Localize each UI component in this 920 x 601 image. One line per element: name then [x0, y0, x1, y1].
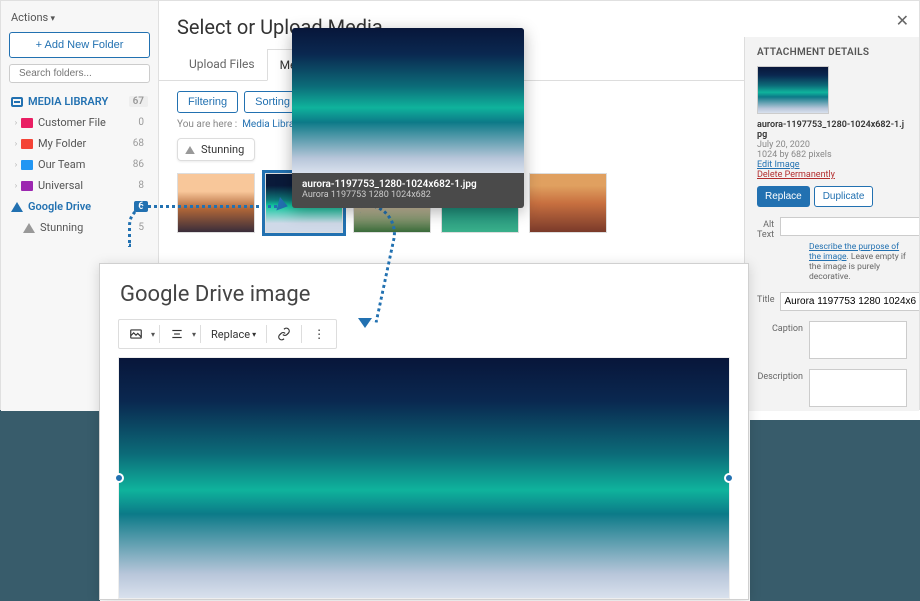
media-library-label: MEDIA LIBRARY [28, 95, 108, 108]
edit-image-link[interactable]: Edit Image [757, 160, 907, 170]
replace-button[interactable]: Replace [757, 186, 810, 207]
library-icon [11, 97, 23, 107]
google-drive-icon [23, 223, 35, 233]
search-folders-field[interactable] [19, 68, 151, 79]
title-input[interactable] [780, 292, 919, 311]
google-drive-icon [11, 202, 23, 212]
folder-my-folder[interactable]: ›My Folder68 [9, 133, 150, 154]
delete-permanently-link[interactable]: Delete Permanently [757, 170, 907, 180]
caption-label: Caption [757, 321, 809, 334]
add-new-folder-button[interactable]: + Add New Folder [9, 32, 150, 58]
block-editor-card: Google Drive image ▾ ▾ Replace ⋮ [99, 263, 749, 600]
folder-chip-stunning[interactable]: Stunning [177, 138, 255, 161]
thumbnail-preview-tooltip: aurora-1197753_1280-1024x682-1.jpg Auror… [292, 28, 524, 208]
attachment-dimensions: 1024 by 682 pixels [757, 150, 907, 160]
replace-image-dropdown[interactable]: Replace [205, 328, 262, 341]
media-library-count: 67 [129, 96, 148, 107]
folder-our-team[interactable]: ›Our Team86 [9, 154, 150, 175]
image-block-icon[interactable] [123, 322, 149, 346]
folder-universal[interactable]: ›Universal8 [9, 175, 150, 196]
alt-text-input[interactable] [780, 217, 919, 236]
link-button[interactable] [271, 322, 297, 346]
filtering-button[interactable]: Filtering [177, 91, 238, 113]
folder-tree: MEDIA LIBRARY 67 ›Customer File0 ›My Fol… [9, 91, 150, 238]
google-drive-icon [185, 146, 195, 154]
search-folders-input[interactable] [9, 64, 150, 83]
folder-icon [21, 181, 33, 191]
actions-dropdown[interactable]: Actions [9, 7, 150, 32]
media-library-root[interactable]: MEDIA LIBRARY 67 [9, 91, 150, 112]
description-input[interactable] [809, 369, 907, 407]
folder-icon [21, 160, 33, 170]
resize-handle-right[interactable] [724, 473, 734, 483]
folder-icon [21, 118, 33, 128]
close-icon[interactable]: ✕ [896, 11, 909, 30]
folder-customer-file[interactable]: ›Customer File0 [9, 112, 150, 133]
annotation-arrowhead-icon [358, 318, 372, 328]
block-toolbar: ▾ ▾ Replace ⋮ [118, 319, 337, 349]
media-thumbnail[interactable] [177, 173, 255, 233]
caption-input[interactable] [809, 321, 907, 359]
attachment-thumb [757, 66, 829, 114]
alt-text-label: Alt Text [757, 217, 780, 240]
duplicate-button[interactable]: Duplicate [814, 186, 874, 207]
preview-filename: aurora-1197753_1280-1024x682-1.jpg [302, 179, 514, 190]
media-thumbnail[interactable] [529, 173, 607, 233]
preview-title: Aurora 1197753 1280 1024x682 [302, 190, 514, 200]
tab-upload-files[interactable]: Upload Files [177, 49, 267, 80]
folder-stunning[interactable]: Stunning5 [9, 217, 150, 238]
resize-handle-left[interactable] [114, 473, 124, 483]
title-label: Title [757, 292, 780, 305]
folder-google-drive[interactable]: Google Drive6 [9, 196, 150, 217]
inserted-image[interactable] [118, 357, 730, 599]
folder-icon [21, 139, 33, 149]
preview-image [292, 28, 524, 173]
editor-heading: Google Drive image [100, 264, 748, 319]
description-label: Description [757, 369, 809, 382]
attachment-date: July 20, 2020 [757, 140, 907, 150]
attachment-details-panel: ATTACHMENT DETAILS aurora-1197753_1280-1… [744, 37, 919, 411]
attachment-filename: aurora-1197753_1280-1024x682-1.jpg [757, 120, 907, 140]
more-options-button[interactable]: ⋮ [306, 322, 332, 346]
align-button[interactable] [164, 322, 190, 346]
attachment-details-heading: ATTACHMENT DETAILS [757, 47, 907, 58]
